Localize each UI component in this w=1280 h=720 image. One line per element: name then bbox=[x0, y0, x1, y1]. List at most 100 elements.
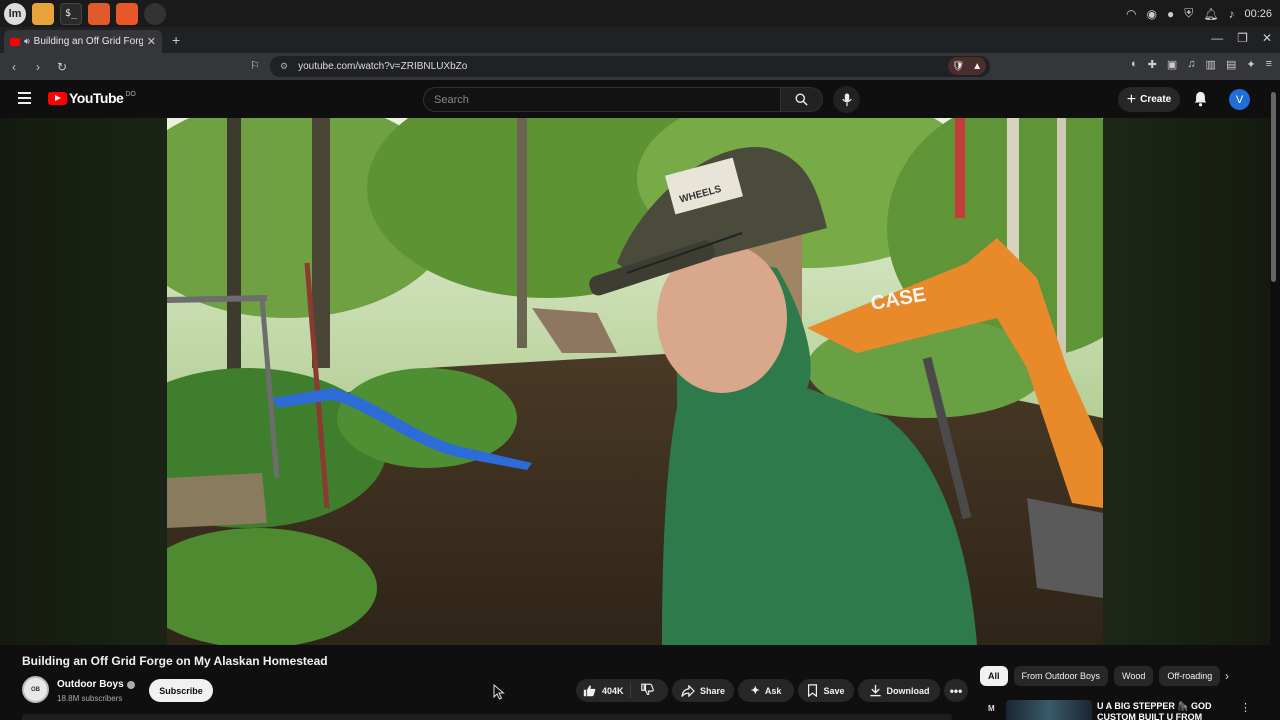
close-window-icon[interactable]: ✕ bbox=[1262, 31, 1272, 45]
subscribe-button[interactable]: Subscribe bbox=[149, 679, 213, 702]
chip-all[interactable]: All bbox=[980, 666, 1008, 686]
app-indicator-icon[interactable]: ◠ bbox=[1126, 7, 1136, 21]
plus-icon: + bbox=[1126, 90, 1137, 108]
bookmark-save-icon bbox=[808, 684, 818, 697]
puzzle-icon[interactable]: ✚ bbox=[1148, 58, 1157, 71]
minimize-icon[interactable]: — bbox=[1211, 31, 1223, 45]
chevron-right-icon[interactable]: › bbox=[1225, 669, 1229, 683]
like-dislike-group: 404K bbox=[576, 679, 668, 702]
voice-search-button[interactable] bbox=[833, 86, 860, 113]
close-tab-icon[interactable]: ✕ bbox=[147, 35, 156, 48]
system-tray: ◠ ◉ ● ⛨ 🔔︎ ♪ 00:26 bbox=[1126, 0, 1272, 27]
files-icon[interactable] bbox=[32, 2, 54, 25]
mint-menu-icon[interactable]: lm bbox=[4, 2, 26, 25]
chip-wood[interactable]: Wood bbox=[1114, 666, 1154, 686]
brave-icon[interactable] bbox=[116, 2, 138, 25]
sparkle-icon: ✦ bbox=[750, 685, 760, 697]
download-label: Download bbox=[886, 685, 930, 696]
firefox-icon[interactable] bbox=[88, 2, 110, 25]
video-player[interactable]: CASE WHEELS bbox=[167, 118, 1103, 645]
extension-icon[interactable]: ◐ bbox=[1131, 58, 1138, 71]
ask-label: Ask bbox=[764, 685, 782, 696]
share-icon bbox=[681, 684, 695, 697]
search-button[interactable] bbox=[781, 87, 823, 112]
youtube-favicon-icon bbox=[10, 37, 20, 46]
recommended-video[interactable]: M U A BIG STEPPER 🦍 GOD CUSTOM BUILT U F… bbox=[984, 698, 1254, 720]
thumbs-up-icon bbox=[583, 685, 596, 697]
bookmark-icon[interactable]: ⚐ bbox=[250, 59, 260, 72]
channel-name[interactable]: Outdoor Boys bbox=[57, 679, 135, 690]
share-button[interactable]: Share bbox=[672, 679, 734, 702]
more-vertical-icon[interactable]: ⋮ bbox=[1240, 701, 1251, 714]
brave-shield-icon: 🛡︎ bbox=[951, 60, 965, 72]
download-icon bbox=[869, 684, 881, 697]
save-button[interactable]: Save bbox=[798, 679, 854, 702]
forward-icon[interactable]: › bbox=[28, 60, 48, 74]
tab-title: Building an Off Grid Forge on My Alaskan… bbox=[33, 36, 143, 47]
ask-button[interactable]: ✦ Ask bbox=[738, 679, 794, 702]
microphone-icon bbox=[841, 92, 852, 106]
youtube-logo[interactable]: YouTube DO bbox=[48, 90, 136, 106]
reload-icon[interactable]: ↻ bbox=[52, 60, 72, 74]
dislike-button[interactable] bbox=[631, 683, 654, 698]
recommendation-title[interactable]: U A BIG STEPPER 🦍 GOD CUSTOM BUILT U FRO… bbox=[1097, 701, 1227, 720]
more-actions-button[interactable]: ••• bbox=[944, 679, 968, 702]
search-input[interactable] bbox=[424, 88, 780, 111]
back-icon[interactable]: ‹ bbox=[4, 60, 24, 74]
settings-icon[interactable] bbox=[144, 2, 166, 25]
mouse-cursor-icon bbox=[493, 684, 505, 700]
clock[interactable]: 00:26 bbox=[1244, 8, 1272, 20]
create-button[interactable]: + Create bbox=[1118, 87, 1180, 112]
channel-avatar[interactable]: OB bbox=[22, 676, 49, 703]
more-horizontal-icon: ••• bbox=[949, 683, 963, 698]
thumbs-down-icon bbox=[640, 683, 654, 696]
search-box bbox=[423, 87, 781, 112]
recommendation-channel-logo: M bbox=[988, 704, 995, 713]
site-info-icon[interactable]: ⚙ bbox=[280, 61, 288, 72]
url-text: youtube.com/watch?v=ZRIBNLUXbZo bbox=[298, 61, 468, 72]
status-dot-icon[interactable]: ● bbox=[1167, 7, 1174, 21]
page-scrollbar[interactable] bbox=[1271, 92, 1276, 282]
channel-name-text: Outdoor Boys bbox=[57, 679, 124, 690]
leo-icon[interactable]: ✦ bbox=[1246, 58, 1255, 71]
menu-icon[interactable]: ≡ bbox=[1266, 58, 1272, 71]
browser-tabstrip: 🔊︎ Building an Off Grid Forge on My Alas… bbox=[0, 27, 1280, 53]
save-label: Save bbox=[823, 685, 845, 696]
youtube-play-icon bbox=[48, 91, 67, 105]
browser-toolbar: ‹ › ↻ ⚐ ⚙ youtube.com/watch?v=ZRIBNLUXbZ… bbox=[0, 53, 1280, 80]
chip-off-roading[interactable]: Off-roading bbox=[1159, 666, 1221, 686]
brave-shields-button[interactable]: 🛡︎ ▲ bbox=[948, 57, 986, 75]
notifications-bell-icon[interactable] bbox=[1193, 91, 1208, 112]
subscriber-count: 18.8M subscribers bbox=[57, 694, 123, 703]
hamburger-menu-icon[interactable] bbox=[18, 92, 31, 107]
related-filter-chips: All From Outdoor Boys Wood Off-roading bbox=[980, 666, 1248, 688]
new-tab-icon[interactable]: + bbox=[172, 32, 180, 48]
screenshot-icon[interactable]: ▣ bbox=[1167, 58, 1177, 71]
search-icon bbox=[795, 93, 808, 106]
youtube-header: YouTube DO + Create V bbox=[0, 80, 1280, 118]
address-bar[interactable]: ⚙ youtube.com/watch?v=ZRIBNLUXbZo ▭ ➤ bbox=[270, 56, 990, 77]
video-title: Building an Off Grid Forge on My Alaskan… bbox=[22, 654, 328, 668]
browser-tab[interactable]: 🔊︎ Building an Off Grid Forge on My Alas… bbox=[4, 30, 162, 53]
maximize-icon[interactable]: ❐ bbox=[1237, 31, 1248, 45]
description-box-edge[interactable] bbox=[22, 714, 952, 720]
wallet-icon[interactable]: ▤ bbox=[1226, 58, 1236, 71]
obs-icon[interactable]: ◉ bbox=[1146, 7, 1156, 21]
window-controls: — ❐ ✕ bbox=[1211, 31, 1272, 45]
notification-icon[interactable]: 🔔︎ bbox=[1203, 7, 1218, 21]
volume-icon[interactable]: ♪ bbox=[1228, 7, 1234, 21]
sidebar-icon[interactable]: ▥ bbox=[1206, 58, 1216, 71]
verified-badge-icon bbox=[126, 680, 135, 689]
download-button[interactable]: Download bbox=[858, 679, 940, 702]
chip-from-outdoor-boys[interactable]: From Outdoor Boys bbox=[1013, 666, 1109, 686]
extensions-bar: ◐ ✚ ▣ ♫ ▥ ▤ ✦ ≡ bbox=[1131, 58, 1272, 71]
terminal-icon[interactable]: $_ bbox=[60, 2, 82, 25]
user-avatar[interactable]: V bbox=[1229, 89, 1250, 110]
like-button[interactable]: 404K bbox=[576, 683, 631, 698]
youtube-wordmark: YouTube bbox=[69, 90, 124, 106]
recommendation-thumbnail[interactable] bbox=[1006, 700, 1092, 720]
like-count: 404K bbox=[602, 685, 624, 696]
media-icon[interactable]: ♫ bbox=[1187, 58, 1195, 71]
speaker-icon[interactable]: 🔊︎ bbox=[24, 36, 30, 47]
shield-icon[interactable]: ⛨ bbox=[1184, 6, 1193, 21]
